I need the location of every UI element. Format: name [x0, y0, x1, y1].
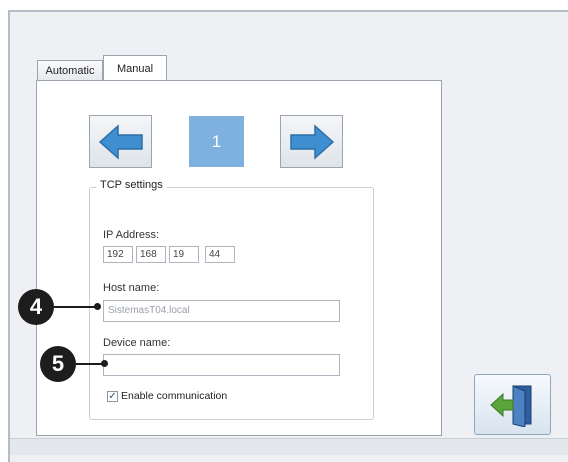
ip-octet-3[interactable]: 19 — [169, 246, 199, 263]
exit-door-icon — [490, 385, 532, 427]
arrow-left-icon — [98, 124, 143, 160]
device-name-label: Device name: — [103, 337, 171, 349]
callout-4: 4 — [18, 289, 54, 325]
host-name-field[interactable]: SistemasT04.local — [103, 300, 340, 322]
enable-communication-label: Enable communication — [121, 390, 228, 402]
callout-5: 5 — [40, 346, 76, 382]
exit-button[interactable] — [474, 374, 551, 435]
status-bar — [10, 438, 568, 455]
arrow-right-icon — [290, 124, 335, 160]
callout-5-leader — [74, 363, 104, 365]
callout-5-pointer — [101, 360, 108, 367]
device-name-field[interactable] — [103, 354, 340, 376]
callout-4-leader — [52, 306, 98, 308]
previous-button[interactable] — [89, 115, 152, 168]
tab-automatic[interactable]: Automatic — [37, 60, 103, 80]
page-number: 1 — [189, 116, 244, 167]
ip-octet-1[interactable]: 192 — [103, 246, 133, 263]
ip-address-label: IP Address: — [103, 229, 160, 241]
callout-4-pointer — [94, 303, 101, 310]
enable-communication-checkbox[interactable]: ✓ — [107, 391, 118, 402]
host-name-label: Host name: — [103, 282, 160, 294]
tab-manual[interactable]: Manual — [103, 55, 167, 81]
tcp-settings-title: TCP settings — [96, 179, 167, 191]
next-button[interactable] — [280, 115, 343, 168]
ip-octet-4[interactable]: 44 — [205, 246, 235, 263]
ip-octet-2[interactable]: 168 — [136, 246, 166, 263]
